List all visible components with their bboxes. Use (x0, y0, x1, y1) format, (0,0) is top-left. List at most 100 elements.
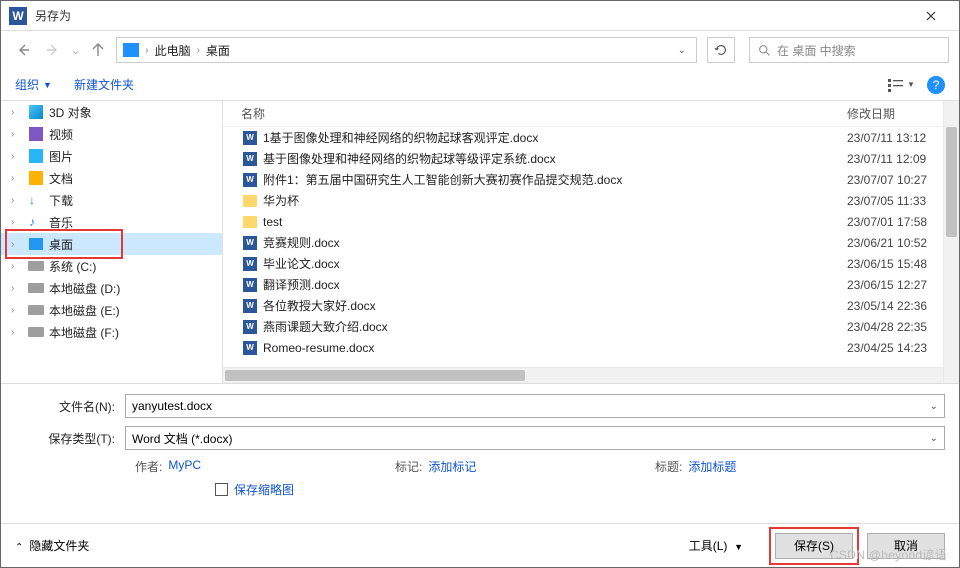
word-doc-icon: W (243, 257, 257, 271)
file-name: 翻译预测.docx (263, 276, 847, 293)
pc-icon (123, 43, 139, 57)
word-doc-icon: W (243, 173, 257, 187)
list-view-icon (887, 78, 905, 92)
author-label: 作者: (135, 458, 162, 475)
expand-arrow-icon[interactable]: › (11, 305, 23, 316)
folder-icon (243, 195, 257, 207)
tree-item-label: 文档 (49, 170, 73, 187)
tools-menu[interactable]: 工具(L) ▼ (689, 537, 743, 554)
close-icon (926, 11, 936, 21)
refresh-button[interactable] (707, 37, 735, 63)
up-button[interactable] (86, 38, 110, 62)
nav-bar: ⌄ › 此电脑 › 桌面 ⌄ 在 桌面 中搜索 (1, 31, 959, 69)
chevron-down-icon: ⌄ (15, 540, 23, 551)
filename-input[interactable]: yanyutest.docx ⌄ (125, 394, 945, 418)
expand-arrow-icon[interactable]: › (11, 151, 23, 162)
scrollbar-thumb[interactable] (225, 370, 525, 381)
forward-button[interactable] (41, 38, 65, 62)
recent-dropdown[interactable]: ⌄ (71, 44, 80, 57)
help-button[interactable]: ? (927, 76, 945, 94)
new-folder-button[interactable]: 新建文件夹 (74, 76, 134, 93)
search-input[interactable]: 在 桌面 中搜索 (749, 37, 949, 63)
tree-item-diskic[interactable]: › 本地磁盘 (E:) (1, 299, 222, 321)
tree-item-cube3d[interactable]: ›3D 对象 (1, 101, 222, 123)
dialog-footer: ⌄ 隐藏文件夹 工具(L) ▼ 保存(S) 取消 (1, 523, 959, 567)
title-label: 标题: (655, 458, 682, 475)
horizontal-scrollbar[interactable] (223, 367, 943, 383)
tree-item-vidic[interactable]: ›视频 (1, 123, 222, 145)
tree-item-label: 桌面 (49, 236, 73, 253)
author-value[interactable]: MyPC (168, 458, 201, 475)
tree-item-docic[interactable]: › 文档 (1, 167, 222, 189)
expand-arrow-icon[interactable]: › (11, 217, 23, 228)
tree-item-diskic[interactable]: ›本地磁盘 (D:) (1, 277, 222, 299)
filetype-label: 保存类型(T): (15, 430, 125, 447)
word-doc-icon: W (243, 152, 257, 166)
deskic-icon (27, 236, 45, 252)
file-row[interactable]: W附件1：第五届中国研究生人工智能创新大赛初赛作品提交规范.docx23/07/… (223, 169, 959, 190)
tree-item-label: 本地磁盘 (E:) (49, 302, 120, 319)
close-button[interactable] (911, 2, 951, 30)
organize-menu[interactable]: 组织▼ (15, 76, 52, 93)
tree-item-label: 系统 (C:) (49, 258, 96, 275)
expand-arrow-icon[interactable]: › (11, 107, 23, 118)
refresh-icon (714, 43, 728, 57)
expand-arrow-icon[interactable]: › (11, 239, 23, 250)
expand-arrow-icon[interactable]: › (11, 283, 23, 294)
expand-arrow-icon[interactable]: › (11, 129, 23, 140)
dialog-title: 另存为 (35, 7, 911, 24)
hide-folders-toggle[interactable]: ⌄ 隐藏文件夹 (15, 537, 89, 554)
file-row[interactable]: WRomeo-resume.docx23/04/25 14:23 (223, 337, 959, 358)
file-row[interactable]: W燕雨课题大致介绍.docx23/04/28 22:35 (223, 316, 959, 337)
tree-item-music[interactable]: › 音乐 (1, 211, 222, 233)
tag-value[interactable]: 添加标记 (428, 458, 476, 475)
file-name: 基于图像处理和神经网络的织物起球等级评定系统.docx (263, 150, 847, 167)
file-name: 各位教授大家好.docx (263, 297, 847, 314)
filetype-select[interactable]: Word 文档 (*.docx) ⌄ (125, 426, 945, 450)
docic-icon (27, 170, 45, 186)
column-name[interactable]: 名称 (241, 105, 847, 122)
save-button[interactable]: 保存(S) (775, 533, 853, 559)
expand-arrow-icon[interactable]: › (11, 195, 23, 206)
tree-item-picic[interactable]: ›图片 (1, 145, 222, 167)
back-button[interactable] (11, 38, 35, 62)
chevron-down-icon[interactable]: ⌄ (930, 433, 938, 444)
tree-item-diskic[interactable]: › 系统 (C:) (1, 255, 222, 277)
folder-tree[interactable]: ›3D 对象›视频›图片›文档›下载›音乐›桌面›系统 (C:)›本地磁盘 (D… (1, 101, 223, 383)
file-row[interactable]: W竞赛规则.docx23/06/21 10:52 (223, 232, 959, 253)
file-row[interactable]: test23/07/01 17:58 (223, 211, 959, 232)
address-dropdown[interactable]: ⌄ (674, 45, 690, 56)
tree-item-deskic[interactable]: › 桌面 (1, 233, 222, 255)
cancel-button[interactable]: 取消 (867, 533, 945, 559)
view-options[interactable]: ▼ (887, 74, 915, 96)
tree-item-label: 音乐 (49, 214, 73, 231)
crumb-current[interactable]: 桌面 (206, 42, 230, 59)
crumb-root[interactable]: 此电脑 (155, 42, 191, 59)
file-row[interactable]: W翻译预测.docx23/06/15 12:27 (223, 274, 959, 295)
file-row[interactable]: W毕业论文.docx23/06/15 15:48 (223, 253, 959, 274)
music-icon (27, 214, 45, 230)
title-value[interactable]: 添加标题 (688, 458, 736, 475)
vidic-icon (27, 126, 45, 142)
search-icon (758, 44, 771, 57)
vertical-scrollbar[interactable] (943, 101, 959, 383)
file-row[interactable]: W基于图像处理和神经网络的织物起球等级评定系统.docx23/07/11 12:… (223, 148, 959, 169)
tree-item-dlic[interactable]: ›下载 (1, 189, 222, 211)
file-row[interactable]: W各位教授大家好.docx23/05/14 22:36 (223, 295, 959, 316)
file-row[interactable]: W1基于图像处理和神经网络的织物起球客观评定.docx23/07/11 13:1… (223, 127, 959, 148)
scrollbar-thumb[interactable] (946, 127, 957, 237)
expand-arrow-icon[interactable]: › (11, 327, 23, 338)
tree-item-diskic[interactable]: › 本地磁盘 (F:) (1, 321, 222, 343)
picic-icon (27, 148, 45, 164)
word-doc-icon: W (243, 131, 257, 145)
tree-item-label: 本地磁盘 (F:) (49, 324, 119, 341)
file-list-header[interactable]: 名称 修改日期 (223, 101, 959, 127)
address-bar[interactable]: › 此电脑 › 桌面 ⌄ (116, 37, 697, 63)
expand-arrow-icon[interactable]: › (11, 173, 23, 184)
expand-arrow-icon[interactable]: › (11, 261, 23, 272)
file-list[interactable]: 名称 修改日期 W1基于图像处理和神经网络的织物起球客观评定.docx23/07… (223, 101, 959, 383)
chevron-down-icon[interactable]: ⌄ (930, 401, 938, 412)
checkbox-icon (215, 483, 228, 496)
save-thumbnail-checkbox[interactable]: 保存缩略图 (215, 481, 294, 498)
file-row[interactable]: 华为杯23/07/05 11:33 (223, 190, 959, 211)
